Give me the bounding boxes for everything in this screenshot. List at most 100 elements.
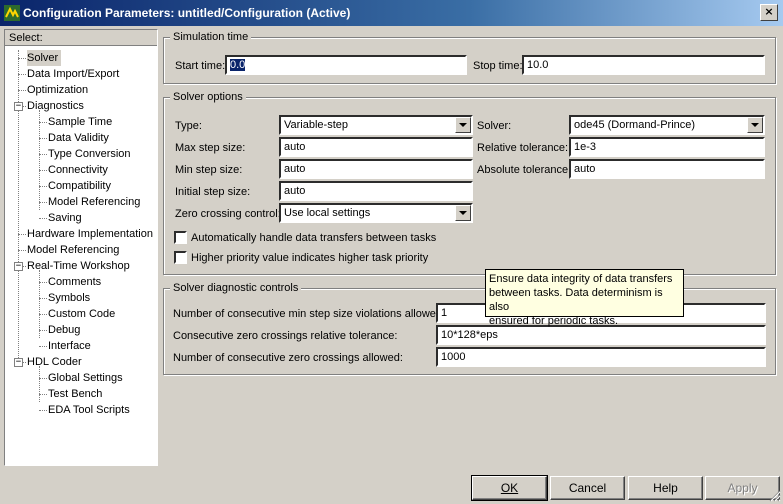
help-button-label: Help bbox=[653, 481, 678, 495]
tree-item[interactable]: Type Conversion bbox=[48, 146, 134, 162]
tree-connector bbox=[18, 234, 26, 235]
tree-item[interactable]: Data Validity bbox=[48, 130, 112, 146]
auto-data-transfer-checkbox[interactable] bbox=[174, 231, 187, 244]
simulation-time-title: Simulation time bbox=[170, 30, 252, 44]
tree-connector bbox=[18, 250, 26, 251]
absolute-tolerance-label: Absolute tolerance: bbox=[477, 164, 572, 176]
tree-item[interactable]: Data Import/Export bbox=[27, 66, 122, 82]
tree-item[interactable]: Custom Code bbox=[48, 306, 118, 322]
tree-item[interactable]: Global Settings bbox=[48, 370, 126, 386]
start-time-label: Start time: bbox=[175, 60, 226, 72]
chevron-down-icon[interactable] bbox=[455, 117, 471, 133]
ok-button[interactable]: OK bbox=[471, 475, 548, 501]
tree-connector bbox=[18, 74, 26, 75]
tree-item[interactable]: Optimization bbox=[27, 82, 91, 98]
relative-tolerance-input[interactable]: 1e-3 bbox=[569, 137, 765, 157]
solver-label: Solver: bbox=[477, 120, 512, 132]
apply-button-label: Apply bbox=[727, 481, 758, 495]
tree-connector bbox=[39, 154, 47, 155]
tree-connector bbox=[39, 346, 47, 347]
zero-crossings-allowed-label: Number of consecutive zero crossings all… bbox=[173, 352, 403, 364]
tree-item[interactable]: Interface bbox=[48, 338, 94, 354]
zero-crossing-tolerance-input[interactable]: 10*128*eps bbox=[436, 325, 766, 345]
tree-connector bbox=[18, 58, 26, 59]
help-button[interactable]: Help bbox=[628, 476, 703, 500]
tree-item[interactable]: Comments bbox=[48, 274, 104, 290]
tree-connector bbox=[39, 170, 47, 171]
tooltip-line: Ensure data integrity of data transfers bbox=[489, 273, 673, 285]
tree-item[interactable]: Debug bbox=[48, 322, 83, 338]
ok-button-label: OK bbox=[500, 481, 519, 495]
tree-item[interactable]: Real-Time Workshop bbox=[27, 258, 133, 274]
title-bar: Configuration Parameters: untitled/Confi… bbox=[0, 0, 783, 26]
tree-item[interactable]: Symbols bbox=[48, 290, 93, 306]
tree-item[interactable]: Diagnostics bbox=[27, 98, 87, 114]
tooltip-line: between tasks. Data determinism is also bbox=[489, 287, 663, 313]
start-time-value: 0.0 bbox=[230, 59, 246, 71]
close-button[interactable]: × bbox=[760, 4, 778, 21]
tree-header: Select: bbox=[5, 30, 157, 46]
tree-item[interactable]: Compatibility bbox=[48, 178, 114, 194]
absolute-tolerance-input[interactable]: auto bbox=[569, 159, 765, 179]
max-step-label: Max step size: bbox=[175, 142, 246, 154]
relative-tolerance-label: Relative tolerance: bbox=[477, 142, 569, 154]
zero-crossing-dropdown[interactable]: Use local settings bbox=[279, 203, 473, 223]
auto-data-transfer-label[interactable]: Automatically handle data transfers betw… bbox=[191, 231, 436, 245]
tree-connector bbox=[39, 298, 47, 299]
solver-dropdown[interactable]: ode45 (Dormand-Prince) bbox=[569, 115, 765, 135]
tree-item[interactable]: Connectivity bbox=[48, 162, 111, 178]
tree-connector bbox=[39, 378, 47, 379]
min-step-input[interactable]: auto bbox=[279, 159, 473, 179]
tooltip-line: ensured for periodic tasks. bbox=[489, 315, 619, 327]
tree-item[interactable]: Solver bbox=[27, 50, 62, 66]
solver-diagnostic-title: Solver diagnostic controls bbox=[170, 281, 302, 295]
tree-item[interactable]: HDL Coder bbox=[27, 354, 85, 370]
stop-time-label: Stop time: bbox=[473, 60, 523, 72]
cancel-button[interactable]: Cancel bbox=[550, 476, 625, 500]
tree-item[interactable]: EDA Tool Scripts bbox=[48, 402, 133, 418]
tree-connector bbox=[39, 330, 47, 331]
collapse-icon[interactable]: − bbox=[14, 358, 23, 367]
tree-connector bbox=[39, 218, 47, 219]
tree-connector bbox=[39, 282, 47, 283]
category-tree: Select: Solver Data Import/Export Optimiza… bbox=[4, 29, 158, 466]
tree-connector bbox=[39, 186, 47, 187]
tree-connector bbox=[39, 366, 40, 402]
tree-connector bbox=[39, 410, 47, 411]
task-priority-label[interactable]: Higher priority value indicates higher t… bbox=[191, 251, 428, 265]
tree-connector bbox=[39, 270, 40, 338]
type-label: Type: bbox=[175, 120, 202, 132]
stop-time-input[interactable]: 10.0 bbox=[522, 55, 765, 75]
window-title: Configuration Parameters: untitled/Confi… bbox=[23, 6, 351, 20]
zero-crossing-value: Use local settings bbox=[284, 207, 371, 219]
min-step-violations-label: Number of consecutive min step size viol… bbox=[173, 308, 446, 320]
chevron-down-icon[interactable] bbox=[747, 117, 763, 133]
collapse-icon[interactable]: − bbox=[14, 102, 23, 111]
zero-crossing-tolerance-label: Consecutive zero crossings relative tole… bbox=[173, 330, 398, 342]
resize-grip-icon[interactable] bbox=[769, 490, 781, 502]
tree-item[interactable]: Saving bbox=[48, 210, 85, 226]
task-priority-checkbox[interactable] bbox=[174, 251, 187, 264]
cancel-button-label: Cancel bbox=[568, 481, 607, 495]
min-step-label: Min step size: bbox=[175, 164, 243, 176]
start-time-input[interactable]: 0.0 bbox=[225, 55, 467, 75]
chevron-down-icon[interactable] bbox=[455, 205, 471, 221]
solver-value: ode45 (Dormand-Prince) bbox=[574, 119, 696, 131]
zero-crossing-label: Zero crossing control: bbox=[175, 208, 281, 220]
tree-item[interactable]: Model Referencing bbox=[48, 194, 143, 210]
zero-crossings-allowed-input[interactable]: 1000 bbox=[436, 347, 766, 367]
type-dropdown[interactable]: Variable-step bbox=[279, 115, 473, 135]
tree-item[interactable]: Hardware Implementation bbox=[27, 226, 156, 242]
tree-connector bbox=[39, 122, 47, 123]
tree-connector bbox=[39, 314, 47, 315]
type-value: Variable-step bbox=[284, 119, 348, 131]
initial-step-input[interactable]: auto bbox=[279, 181, 473, 201]
tree-item[interactable]: Sample Time bbox=[48, 114, 115, 130]
max-step-input[interactable]: auto bbox=[279, 137, 473, 157]
tree-connector bbox=[18, 90, 26, 91]
tooltip: Ensure data integrity of data transfers … bbox=[485, 269, 684, 327]
tree-item[interactable]: Model Referencing bbox=[27, 242, 122, 258]
tree-item[interactable]: Test Bench bbox=[48, 386, 105, 402]
collapse-icon[interactable]: − bbox=[14, 262, 23, 271]
tree-connector bbox=[39, 110, 40, 210]
